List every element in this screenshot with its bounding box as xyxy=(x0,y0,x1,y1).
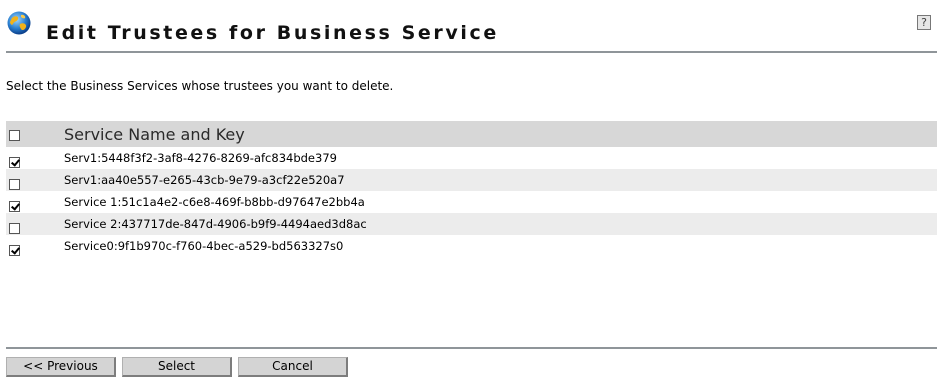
service-name-key: Serv1:5448f3f2-3af8-4276-8269-afc834bde3… xyxy=(64,151,337,165)
header-divider xyxy=(6,51,937,53)
business-services-table: Service Name and Key Serv1:5448f3f2-3af8… xyxy=(6,121,937,257)
select-all-checkbox[interactable] xyxy=(9,129,20,141)
service-name-key: Service0:9f1b970c-f760-4bec-a529-bd56332… xyxy=(64,239,344,253)
table-row: Serv1:aa40e557-e265-43cb-9e79-a3cf22e520… xyxy=(6,169,937,191)
table-row: Service0:9f1b970c-f760-4bec-a529-bd56332… xyxy=(6,235,937,257)
service-name-key: Service 2:437717de-847d-4906-b9f9-4494ae… xyxy=(64,217,367,231)
table-row: Service 2:437717de-847d-4906-b9f9-4494ae… xyxy=(6,213,937,235)
cancel-button[interactable]: Cancel xyxy=(238,357,348,377)
previous-button[interactable]: << Previous xyxy=(6,357,116,377)
service-name-key: Serv1:aa40e557-e265-43cb-9e79-a3cf22e520… xyxy=(64,173,345,187)
footer-divider xyxy=(6,347,937,349)
instructions-text: Select the Business Services whose trust… xyxy=(6,79,394,93)
globe-icon xyxy=(7,11,31,35)
select-button[interactable]: Select xyxy=(122,357,232,377)
help-icon[interactable]: ? xyxy=(917,15,931,30)
table-row: Serv1:5448f3f2-3af8-4276-8269-afc834bde3… xyxy=(6,147,937,169)
service-name-key: Service 1:51c1a4e2-c6e8-469f-b8bb-d97647… xyxy=(64,195,365,209)
row-checkbox[interactable] xyxy=(9,156,20,168)
column-header-service-name: Service Name and Key xyxy=(64,124,245,144)
table-row: Service 1:51c1a4e2-c6e8-469f-b8bb-d97647… xyxy=(6,191,937,213)
row-checkbox[interactable] xyxy=(9,178,20,190)
row-checkbox[interactable] xyxy=(9,222,20,234)
row-checkbox[interactable] xyxy=(9,200,20,212)
row-checkbox[interactable] xyxy=(9,244,20,256)
table-header-row: Service Name and Key xyxy=(6,121,937,147)
page-header: Edit Trustees for Business Service ? xyxy=(0,0,943,52)
page-title: Edit Trustees for Business Service xyxy=(46,22,499,44)
